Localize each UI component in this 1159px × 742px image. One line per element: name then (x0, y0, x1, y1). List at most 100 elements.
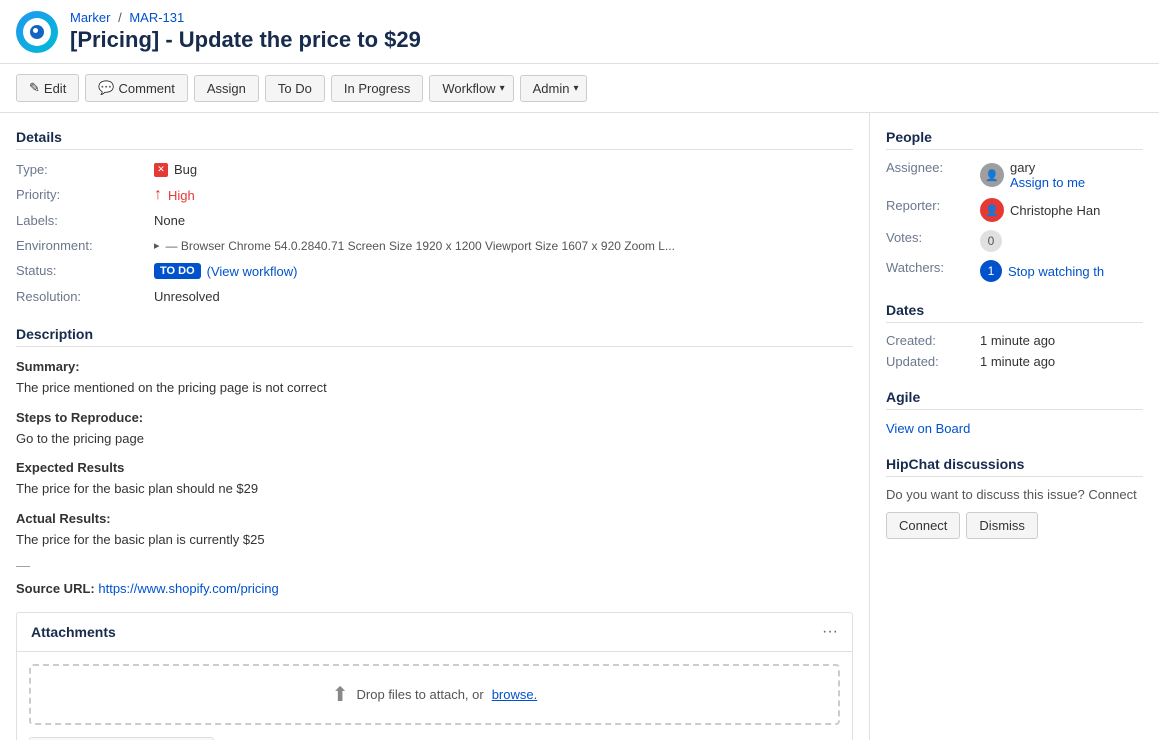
main-layout: Details Type: Bug Priority: ↑ High Label… (0, 113, 1159, 740)
type-value: Bug (154, 160, 853, 179)
expected-label: Expected Results (16, 460, 853, 475)
assignee-value: 👤 gary Assign to me (980, 160, 1143, 190)
reporter-label: Reporter: (886, 198, 976, 213)
votes-label: Votes: (886, 230, 976, 245)
workflow-button[interactable]: Workflow ▾ (429, 75, 513, 102)
watchers-label: Watchers: (886, 260, 976, 275)
chevron-down-icon: ▾ (573, 83, 578, 94)
assign-to-me-link[interactable]: Assign to me (1010, 175, 1085, 190)
people-section: People Assignee: 👤 gary Assign to me Rep… (886, 129, 1143, 282)
attachments-section: Attachments ··· ⬆ Drop files to attach, … (16, 612, 853, 740)
created-label: Created: (886, 333, 976, 348)
breadcrumb-issue[interactable]: MAR-131 (129, 10, 184, 25)
dates-section: Dates Created: 1 minute ago Updated: 1 m… (886, 302, 1143, 369)
hipchat-buttons: Connect Dismiss (886, 512, 1143, 539)
chevron-down-icon: ▾ (500, 83, 505, 94)
reporter-value: 👤 Christophe Han (980, 198, 1143, 222)
labels-label: Labels: (16, 211, 146, 230)
details-title: Details (16, 129, 853, 150)
comment-button[interactable]: 💬 Comment (85, 74, 188, 102)
resolution-value: Unresolved (154, 287, 853, 306)
inprogress-button[interactable]: In Progress (331, 75, 423, 102)
created-value: 1 minute ago (980, 333, 1143, 348)
view-workflow-link[interactable]: (View workflow) (207, 264, 298, 279)
updated-value: 1 minute ago (980, 354, 1143, 369)
details-grid: Type: Bug Priority: ↑ High Labels: None … (16, 160, 853, 306)
watchers-row: Watchers: 1 Stop watching th (886, 260, 1143, 282)
browse-link[interactable]: browse. (492, 687, 538, 702)
steps-label: Steps to Reproduce: (16, 410, 853, 425)
dates-title: Dates (886, 302, 1143, 323)
priority-value: ↑ High (154, 185, 853, 205)
assign-button[interactable]: Assign (194, 75, 259, 102)
admin-button[interactable]: Admin ▾ (520, 75, 588, 102)
watchers-badge: 1 (980, 260, 1002, 282)
connect-button[interactable]: Connect (886, 512, 960, 539)
top-bar: Marker / MAR-131 [Pricing] - Update the … (0, 0, 1159, 64)
votes-badge: 0 (980, 230, 1002, 252)
reporter-avatar: 👤 (980, 198, 1004, 222)
priority-label: Priority: (16, 185, 146, 205)
steps-text: Go to the pricing page (16, 429, 853, 449)
type-label: Type: (16, 160, 146, 179)
assignee-row: Assignee: 👤 gary Assign to me (886, 160, 1143, 190)
env-toggle[interactable]: ▸ (154, 239, 160, 252)
dismiss-button[interactable]: Dismiss (966, 512, 1038, 539)
content-area: Details Type: Bug Priority: ↑ High Label… (0, 113, 869, 740)
hipchat-title: HipChat discussions (886, 456, 1143, 477)
breadcrumb: Marker / MAR-131 (70, 10, 421, 25)
source-label: Source URL: (16, 581, 95, 596)
page-title: [Pricing] - Update the price to $29 (70, 27, 421, 53)
hipchat-text: Do you want to discuss this issue? Conne… (886, 487, 1143, 502)
resolution-label: Resolution: (16, 287, 146, 306)
sidebar: People Assignee: 👤 gary Assign to me Rep… (869, 113, 1159, 740)
breadcrumb-project[interactable]: Marker (70, 10, 110, 25)
stop-watching-link[interactable]: Stop watching th (1008, 264, 1104, 279)
labels-value: None (154, 211, 853, 230)
votes-row: Votes: 0 (886, 230, 1143, 252)
status-badge: TO DO (154, 263, 201, 279)
view-on-board-link[interactable]: View on Board (886, 421, 970, 436)
status-value: TO DO (View workflow) (154, 261, 853, 281)
created-row: Created: 1 minute ago (886, 333, 1143, 348)
environment-value: ▸ — Browser Chrome 54.0.2840.71 Screen S… (154, 236, 853, 255)
reporter-name: Christophe Han (1010, 203, 1100, 218)
more-button[interactable]: ··· (822, 623, 838, 641)
avatar: 👤 (980, 163, 1004, 187)
details-section: Details Type: Bug Priority: ↑ High Label… (16, 129, 853, 306)
edit-button[interactable]: ✎ Edit (16, 74, 79, 102)
expected-text: The price for the basic plan should ne $… (16, 479, 853, 499)
source-link[interactable]: https://www.shopify.com/pricing (98, 581, 278, 596)
drop-text: Drop files to attach, or (357, 687, 484, 702)
assignee-label: Assignee: (886, 160, 976, 175)
status-label: Status: (16, 261, 146, 281)
avatar-icon: 👤 (985, 169, 999, 182)
logo (16, 11, 58, 53)
watchers-value: 1 Stop watching th (980, 260, 1143, 282)
reporter-row: Reporter: 👤 Christophe Han (886, 198, 1143, 222)
attachments-header: Attachments ··· (17, 613, 852, 652)
people-title: People (886, 129, 1143, 150)
assignee-name: gary (1010, 160, 1035, 175)
comment-icon: 💬 (98, 80, 114, 96)
drop-zone[interactable]: ⬆ Drop files to attach, or browse. (29, 664, 840, 725)
summary-label: Summary: (16, 359, 853, 374)
toolbar: ✎ Edit 💬 Comment Assign To Do In Progres… (0, 64, 1159, 113)
attachment-thumbnail[interactable] (29, 737, 214, 740)
edit-icon: ✎ (29, 80, 40, 96)
reporter-avatar-icon: 👤 (985, 204, 999, 217)
attachments-title: Attachments (31, 624, 116, 640)
source-url-row: Source URL: https://www.shopify.com/pric… (16, 581, 853, 596)
todo-button[interactable]: To Do (265, 75, 325, 102)
updated-label: Updated: (886, 354, 976, 369)
separator: — (16, 557, 853, 573)
updated-row: Updated: 1 minute ago (886, 354, 1143, 369)
environment-label: Environment: (16, 236, 146, 255)
description-section: Description Summary: The price mentioned… (16, 326, 853, 596)
agile-section: Agile View on Board (886, 389, 1143, 436)
agile-title: Agile (886, 389, 1143, 410)
priority-up-icon: ↑ (154, 187, 162, 203)
bug-icon (154, 163, 168, 177)
hipchat-section: HipChat discussions Do you want to discu… (886, 456, 1143, 539)
description-title: Description (16, 326, 853, 347)
